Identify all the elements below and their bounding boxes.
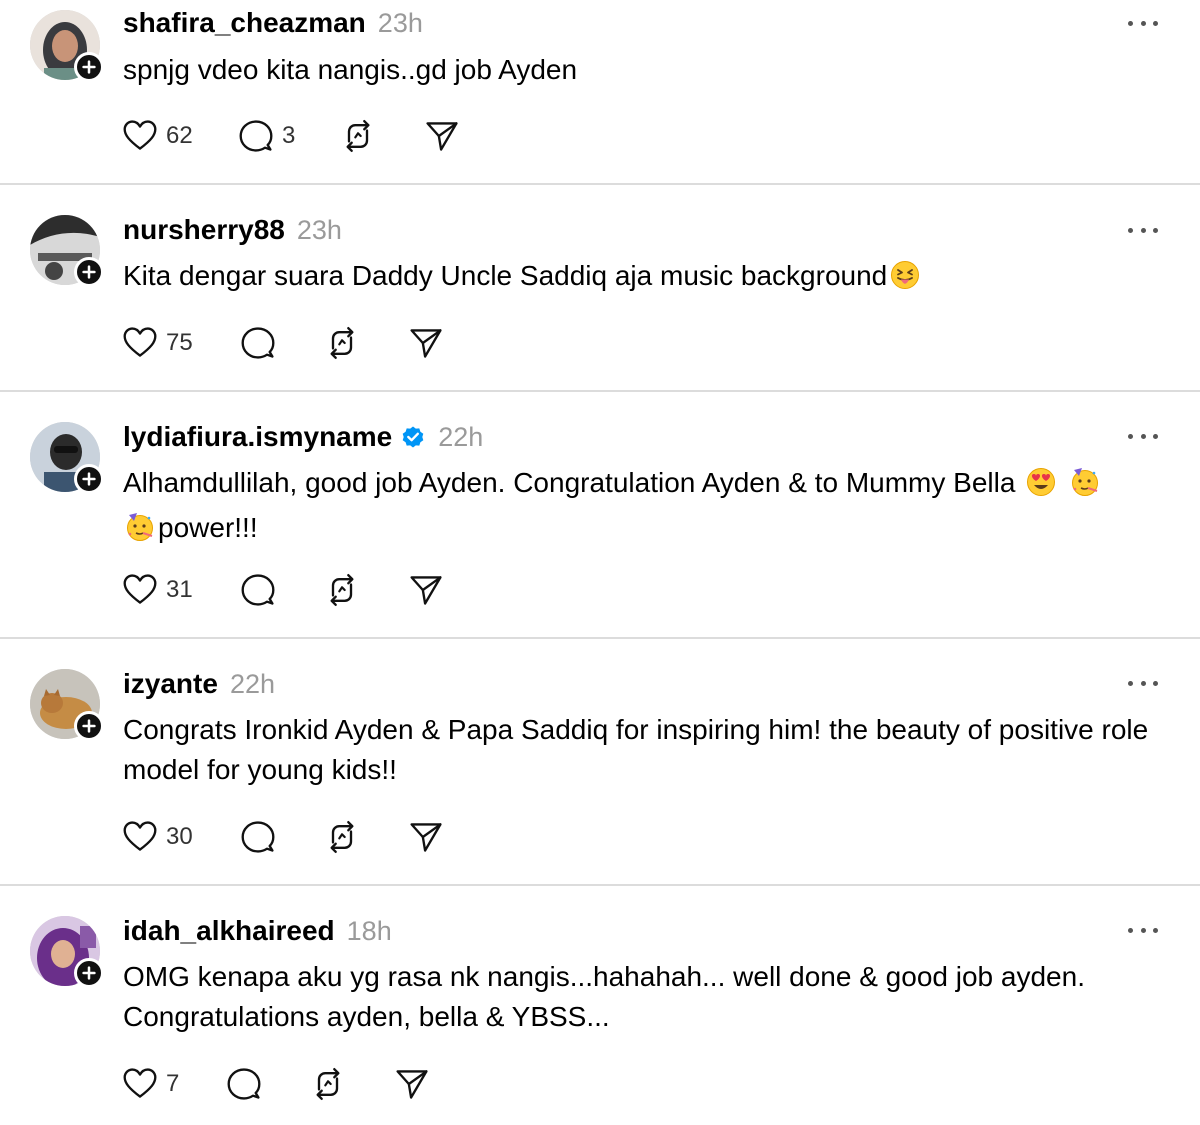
repost-button[interactable] [324, 323, 360, 363]
avatar[interactable] [30, 916, 104, 988]
username[interactable]: idah_alkhaireed [123, 915, 335, 947]
share-button[interactable] [408, 323, 444, 363]
avatar[interactable] [30, 10, 104, 82]
share-button[interactable] [408, 817, 444, 857]
reply-button[interactable] [240, 570, 276, 610]
face-with-tongue-emoji [890, 260, 920, 301]
like-button[interactable]: 62 [122, 116, 193, 156]
follow-plus-icon[interactable] [74, 711, 104, 741]
like-count: 62 [166, 122, 193, 149]
repost-icon [310, 1066, 346, 1102]
username[interactable]: izyante [123, 668, 218, 700]
verified-badge-icon [400, 424, 426, 450]
more-options-icon[interactable] [1128, 673, 1158, 693]
comment-text-content: Alhamdullilah, good job Ayden. Congratul… [123, 467, 1016, 498]
repost-button[interactable] [324, 817, 360, 857]
heart-icon [122, 325, 158, 361]
send-icon [408, 819, 444, 855]
reply-count: 3 [282, 122, 296, 149]
like-count: 7 [166, 1070, 180, 1097]
post-header: lydiafiura.ismyname 22h [123, 420, 483, 454]
comment-icon [226, 1066, 262, 1102]
repost-icon [340, 118, 376, 154]
like-count: 30 [166, 823, 193, 850]
follow-plus-icon[interactable] [74, 464, 104, 494]
share-button[interactable] [394, 1064, 430, 1104]
comment-text-content: Kita dengar suara Daddy Uncle Saddiq aja… [123, 260, 888, 291]
reply-button[interactable] [240, 817, 276, 857]
follow-plus-icon[interactable] [74, 257, 104, 287]
divider [0, 183, 1200, 185]
post-header: nursherry88 23h [123, 213, 342, 247]
heart-icon [122, 118, 158, 154]
send-icon [408, 572, 444, 608]
divider [0, 884, 1200, 886]
divider [0, 390, 1200, 392]
like-button[interactable]: 7 [122, 1064, 179, 1104]
repost-button[interactable] [310, 1064, 346, 1104]
share-button[interactable] [424, 116, 460, 156]
avatar[interactable] [30, 422, 104, 494]
comment-text: Kita dengar suara Daddy Uncle Saddiq aja… [123, 256, 1163, 301]
timestamp: 23h [296, 214, 342, 245]
like-button[interactable]: 75 [122, 323, 193, 363]
comment-icon [240, 572, 276, 608]
timestamp: 23h [377, 7, 423, 38]
timestamp: 18h [346, 915, 392, 946]
like-button[interactable]: 30 [122, 817, 193, 857]
send-icon [408, 325, 444, 361]
send-icon [424, 118, 460, 154]
heart-eyes-emoji [1026, 467, 1056, 508]
timestamp: 22h [438, 421, 484, 452]
timestamp: 22h [229, 668, 275, 699]
comment-icon [238, 118, 274, 154]
more-options-icon[interactable] [1128, 920, 1158, 940]
post-header: izyante 22h [123, 667, 275, 701]
avatar[interactable] [30, 669, 104, 741]
reply-button[interactable]: 3 [238, 116, 295, 156]
more-options-icon[interactable] [1128, 426, 1158, 446]
heart-icon [122, 1066, 158, 1102]
reply-button[interactable] [240, 323, 276, 363]
send-icon [394, 1066, 430, 1102]
repost-icon [324, 819, 360, 855]
like-count: 31 [166, 576, 193, 603]
comment-text: OMG kenapa aku yg rasa nk nangis...hahah… [123, 961, 1085, 1032]
more-options-icon[interactable] [1128, 13, 1158, 33]
repost-icon [324, 572, 360, 608]
username[interactable]: shafira_cheazman [123, 7, 366, 39]
post-header: idah_alkhaireed 18h [123, 914, 392, 948]
comment-text: Congrats Ironkid Ayden & Papa Saddiq for… [123, 714, 1149, 785]
comment-icon [240, 325, 276, 361]
username[interactable]: lydiafiura.ismyname [123, 421, 392, 453]
comment-text: Alhamdullilah, good job Ayden. Congratul… [123, 463, 1163, 553]
repost-button[interactable] [324, 570, 360, 610]
share-button[interactable] [408, 570, 444, 610]
comment-icon [240, 819, 276, 855]
comment-feed: shafira_cheazman 23h spnjg vdeo kita nan… [0, 0, 1200, 1125]
like-button[interactable]: 31 [122, 570, 193, 610]
divider [0, 637, 1200, 639]
avatar[interactable] [30, 215, 104, 287]
heart-icon [122, 572, 158, 608]
heart-icon [122, 819, 158, 855]
more-options-icon[interactable] [1128, 220, 1158, 240]
reply-button[interactable] [226, 1064, 262, 1104]
partying-face-emoji [1070, 467, 1100, 508]
like-count: 75 [166, 329, 193, 356]
follow-plus-icon[interactable] [74, 52, 104, 82]
username[interactable]: nursherry88 [123, 214, 285, 246]
repost-button[interactable] [340, 116, 376, 156]
post-header: shafira_cheazman 23h [123, 6, 423, 40]
follow-plus-icon[interactable] [74, 958, 104, 988]
comment-text-content: power!!! [158, 512, 258, 543]
repost-icon [324, 325, 360, 361]
comment-text: spnjg vdeo kita nangis..gd job Ayden [123, 54, 578, 85]
partying-face-emoji [125, 512, 155, 553]
